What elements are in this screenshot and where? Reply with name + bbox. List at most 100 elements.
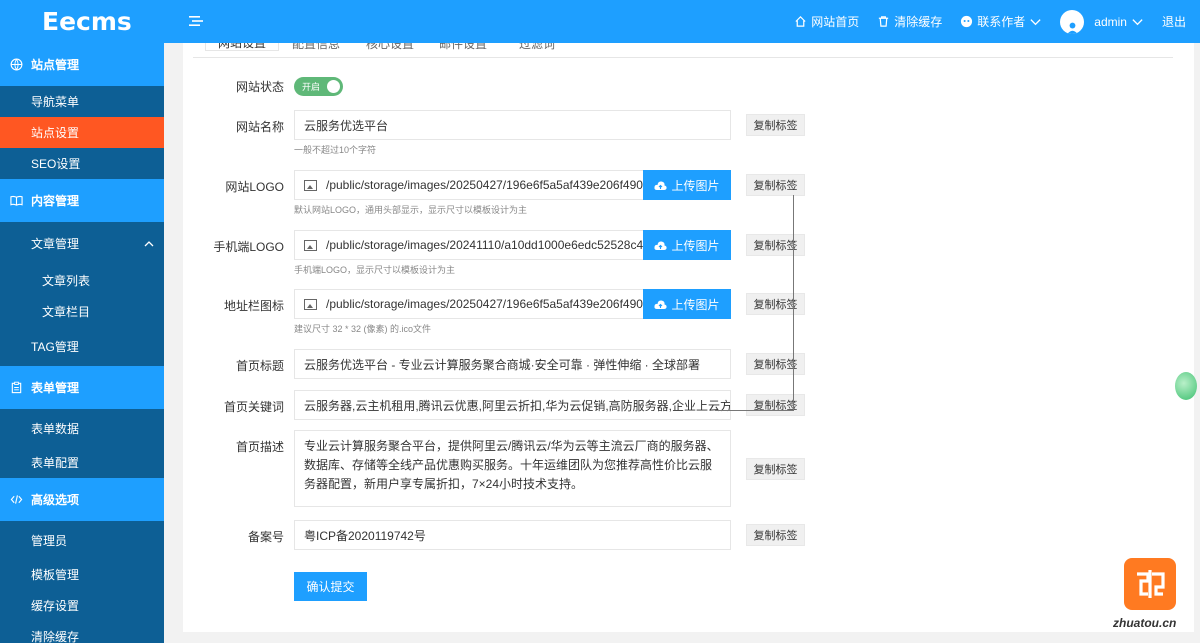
field-label: 手机端LOGO bbox=[213, 240, 284, 254]
image-icon bbox=[304, 179, 317, 191]
sidebar-item-nav-menu[interactable]: 导航菜单 bbox=[0, 86, 164, 117]
sidebar-item-form-data[interactable]: 表单数据 bbox=[0, 409, 164, 447]
copy-tag-button[interactable]: 复制标签 bbox=[746, 114, 805, 136]
sidebar-item-admins[interactable]: 管理员 bbox=[0, 521, 164, 559]
mobile-logo-path-text: /public/storage/images/20241110/a10dd100… bbox=[326, 238, 650, 252]
settings-tabs: 网站设置 配置信息 核心设置 邮件设置 过滤词 bbox=[193, 43, 1173, 58]
sidebar-item-site-settings[interactable]: 站点设置 bbox=[0, 117, 164, 148]
clear-cache-link[interactable]: 清除缓存 bbox=[877, 13, 942, 30]
user-menu[interactable]: admin bbox=[1060, 9, 1144, 34]
chat-icon bbox=[961, 15, 973, 28]
keywords-input[interactable]: 云服务器,云主机租用,腾讯云优惠,阿里云折扣,华为云促销,高防服务器,企业上云方… bbox=[294, 390, 731, 420]
sidebar-group-label: 文章管理 bbox=[31, 237, 80, 251]
site-name-input[interactable]: 云服务优选平台 bbox=[294, 110, 731, 140]
tab-filter-words[interactable]: 过滤词 bbox=[519, 43, 555, 52]
field-label: 地址栏图标 bbox=[223, 299, 284, 313]
cloud-upload-icon bbox=[654, 180, 668, 190]
watermark-logo-icon bbox=[1137, 570, 1165, 598]
upload-favicon-button[interactable]: 上传图片 bbox=[643, 289, 731, 319]
upload-label: 上传图片 bbox=[671, 297, 720, 312]
chevron-down-icon bbox=[1132, 19, 1143, 26]
tab-core-settings[interactable]: 核心设置 bbox=[366, 43, 414, 52]
sidebar-section-label: 站点管理 bbox=[31, 58, 80, 72]
copy-tag-button[interactable]: 复制标签 bbox=[746, 174, 805, 196]
chevron-up-icon bbox=[144, 240, 154, 246]
sidebar-section-site[interactable]: 站点管理 bbox=[0, 43, 164, 86]
upload-logo-button[interactable]: 上传图片 bbox=[643, 170, 731, 200]
home-title-input[interactable]: 云服务优选平台 - 专业云计算服务聚合商城·安全可靠 · 弹性伸缩 · 全球部署 bbox=[294, 349, 731, 379]
field-label: 备案号 bbox=[247, 530, 284, 544]
field-label: 首页关键词 bbox=[223, 400, 284, 414]
app-logo[interactable]: Eecms bbox=[0, 0, 164, 43]
field-label: 首页标题 bbox=[235, 359, 284, 373]
book-icon bbox=[10, 195, 23, 206]
favicon-path-text: /public/storage/images/20250427/196e6f5a… bbox=[326, 297, 650, 311]
sidebar-item-article-list[interactable]: 文章列表 bbox=[0, 265, 164, 296]
description-textarea[interactable]: 专业云计算服务聚合平台，提供阿里云/腾讯云/华为云等主流云厂商的服务器、数据库、… bbox=[294, 430, 731, 507]
sidebar-item-seo[interactable]: SEO设置 bbox=[0, 148, 164, 179]
top-bar: Eecms 网站首页 清除缓存 联系作者 admin 退出 bbox=[0, 0, 1200, 43]
favicon-hint: 建议尺寸 32 * 32 (像素) 的.ico文件 bbox=[294, 324, 432, 334]
clipboard-icon bbox=[11, 381, 22, 394]
image-icon bbox=[304, 298, 317, 310]
menu-toggle-icon[interactable] bbox=[188, 13, 204, 29]
user-avatar-icon bbox=[1067, 22, 1078, 34]
copy-tag-button[interactable]: 复制标签 bbox=[746, 234, 805, 256]
code-icon bbox=[10, 495, 23, 504]
copy-tag-button[interactable]: 复制标签 bbox=[746, 458, 805, 480]
copy-tag-button[interactable]: 复制标签 bbox=[746, 394, 805, 416]
globe-icon bbox=[10, 58, 23, 71]
icp-input[interactable]: 粤ICP备2020119742号 bbox=[294, 520, 731, 550]
toggle-knob bbox=[327, 80, 340, 93]
cloud-upload-icon bbox=[654, 299, 668, 309]
main-panel: 网站设置 配置信息 核心设置 邮件设置 过滤词 网站状态 开启 网站名称 云服务… bbox=[183, 43, 1194, 632]
chevron-down-icon bbox=[1030, 19, 1041, 26]
guide-line bbox=[793, 195, 794, 411]
site-home-label: 网站首页 bbox=[811, 15, 860, 29]
site-status-toggle[interactable]: 开启 bbox=[294, 77, 343, 96]
site-name-hint: 一般不超过10个字符 bbox=[294, 145, 377, 155]
field-label: 网站名称 bbox=[235, 120, 284, 134]
sidebar-item-clear-cache[interactable]: 清除缓存 bbox=[0, 621, 164, 643]
trash-icon bbox=[879, 16, 889, 27]
watermark-logo bbox=[1124, 558, 1176, 610]
sidebar-section-label: 表单管理 bbox=[31, 381, 80, 395]
sidebar-section-advanced[interactable]: 高级选项 bbox=[0, 478, 164, 521]
tab-site-settings[interactable]: 网站设置 bbox=[205, 43, 280, 51]
sidebar-item-tag[interactable]: TAG管理 bbox=[0, 327, 164, 366]
copy-tag-button[interactable]: 复制标签 bbox=[746, 353, 805, 375]
sidebar-section-form[interactable]: 表单管理 bbox=[0, 366, 164, 409]
submit-button[interactable]: 确认提交 bbox=[294, 572, 367, 601]
tab-config-info[interactable]: 配置信息 bbox=[292, 43, 340, 52]
guide-line bbox=[715, 410, 794, 411]
username-label: admin bbox=[1094, 14, 1127, 29]
mobile-logo-hint: 手机端LOGO，显示尺寸以模板设计为主 bbox=[294, 265, 456, 275]
field-label: 网站状态 bbox=[235, 80, 284, 94]
sidebar-item-cache-settings[interactable]: 缓存设置 bbox=[0, 590, 164, 621]
home-icon bbox=[795, 16, 806, 27]
logout-label: 退出 bbox=[1161, 15, 1186, 29]
upload-mobile-logo-button[interactable]: 上传图片 bbox=[643, 230, 731, 260]
image-icon bbox=[304, 239, 317, 251]
sidebar-item-article-category[interactable]: 文章栏目 bbox=[0, 296, 164, 327]
site-home-link[interactable]: 网站首页 bbox=[794, 13, 859, 30]
logout-link[interactable]: 退出 bbox=[1162, 13, 1186, 30]
tab-mail-settings[interactable]: 邮件设置 bbox=[439, 43, 487, 52]
toggle-text: 开启 bbox=[302, 82, 321, 92]
clear-cache-label: 清除缓存 bbox=[894, 15, 943, 29]
sidebar: 站点管理 导航菜单 站点设置 SEO设置 内容管理 文章管理 文章列表 文章栏目… bbox=[0, 43, 164, 643]
copy-tag-button[interactable]: 复制标签 bbox=[746, 293, 805, 315]
copy-tag-button[interactable]: 复制标签 bbox=[746, 524, 805, 546]
sidebar-item-form-config[interactable]: 表单配置 bbox=[0, 447, 164, 478]
sidebar-item-templates[interactable]: 模板管理 bbox=[0, 559, 164, 590]
floating-assistant-icon[interactable] bbox=[1175, 372, 1197, 400]
sidebar-group-articles[interactable]: 文章管理 bbox=[0, 222, 164, 265]
sidebar-section-label: 内容管理 bbox=[31, 194, 80, 208]
field-label: 网站LOGO bbox=[225, 180, 284, 194]
sidebar-section-label: 高级选项 bbox=[31, 493, 80, 507]
contact-author-label: 联系作者 bbox=[977, 15, 1026, 29]
contact-author-menu[interactable]: 联系作者 bbox=[960, 13, 1042, 30]
field-label: 首页描述 bbox=[235, 440, 284, 454]
logo-hint: 默认网站LOGO，通用头部显示，显示尺寸以模板设计为主 bbox=[294, 205, 528, 215]
sidebar-section-content[interactable]: 内容管理 bbox=[0, 179, 164, 222]
